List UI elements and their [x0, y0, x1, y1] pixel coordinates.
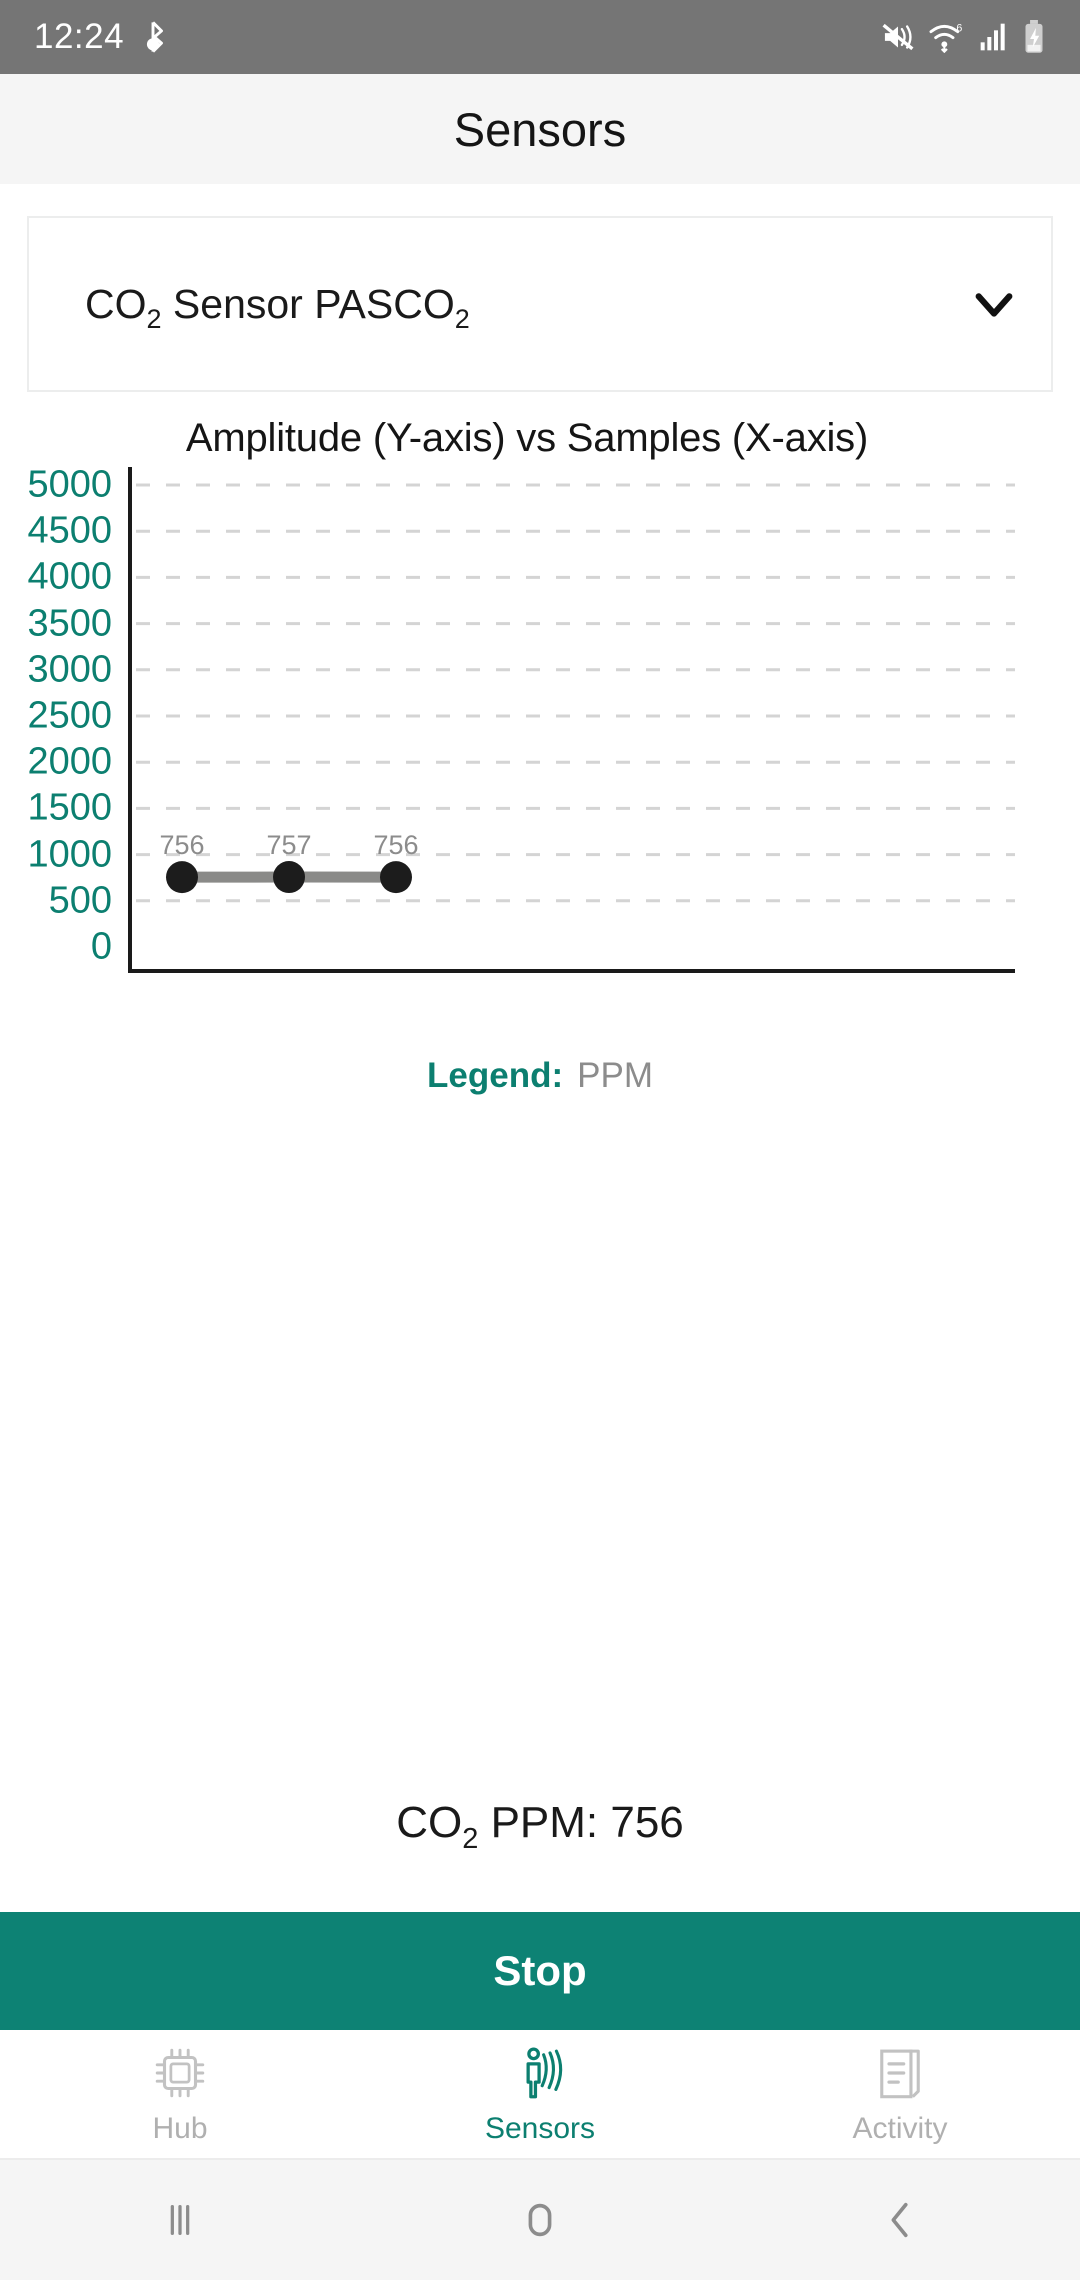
y-axis-tick-label: 1500 [27, 786, 112, 829]
home-icon [528, 2203, 552, 2237]
home-button[interactable] [360, 2197, 720, 2243]
chart-container: Amplitude (Y-axis) vs Samples (X-axis) 5… [0, 392, 1080, 1042]
legend-key-label: Legend: [427, 1056, 564, 1095]
android-navigation-bar [0, 2160, 1080, 2280]
status-bar-left: 12:24 [34, 17, 168, 57]
cellular-signal-icon [980, 23, 1005, 51]
nav-item-activity[interactable]: Activity [720, 2042, 1080, 2146]
data-point-label: 757 [266, 830, 312, 861]
flex-spacer [0, 1096, 1080, 1798]
y-axis-tick-label: 0 [90, 925, 112, 968]
bluetooth-audio-icon [147, 21, 164, 53]
data-point-label: 756 [159, 830, 205, 861]
y-axis-tick-label: 3500 [27, 602, 112, 645]
recents-button[interactable] [0, 2197, 360, 2243]
y-axis-tick-label: 2000 [27, 740, 112, 783]
y-axis-tick-label: 4000 [27, 555, 112, 598]
y-axis-tick-label: 2500 [27, 694, 112, 737]
readout-subscript: 2 [462, 1823, 479, 1855]
sensor-label-part2: Sensor PASCO [161, 280, 455, 327]
chart-title: Amplitude (Y-axis) vs Samples (X-axis) [185, 416, 869, 460]
readout-bottom-spacer [0, 1848, 1080, 1912]
document-list-icon [880, 2049, 920, 2099]
status-bar-clock: 12:24 [34, 17, 125, 56]
legend-series-name: PPM [577, 1056, 653, 1095]
sensor-label-sub2: 2 [454, 303, 470, 334]
status-bar: 12:24 6 [0, 0, 1080, 74]
sensor-select-wrapper: CO2 Sensor PASCO2 [0, 184, 1080, 392]
chevron-down-icon[interactable] [971, 281, 1017, 327]
y-axis-tick-label: 500 [48, 879, 112, 922]
svg-text:6: 6 [956, 23, 962, 35]
chart-legend: Legend: PPM [0, 1042, 1080, 1096]
sensor-select-dropdown[interactable]: CO2 Sensor PASCO2 [27, 216, 1053, 392]
motion-sensor-icon [526, 2047, 563, 2099]
y-axis-tick-label: 3000 [27, 648, 112, 691]
nav-label-hub: Hub [152, 2112, 208, 2145]
sensor-label-sub1: 2 [146, 303, 162, 334]
ppm-readout: CO2 PPM: 756 [0, 1798, 1080, 1855]
app-header: Sensors [0, 74, 1080, 184]
chart-data-point [166, 861, 198, 894]
bottom-navigation: Hub Sensors Activity [0, 2030, 1080, 2160]
back-button[interactable] [720, 2197, 1080, 2243]
mute-icon [882, 23, 914, 51]
nav-label-activity: Activity [852, 2112, 948, 2145]
recents-icon [170, 2204, 190, 2236]
nav-item-hub[interactable]: Hub [0, 2042, 360, 2146]
chart-svg [128, 467, 1015, 973]
nav-item-sensors[interactable]: Sensors [360, 2042, 720, 2146]
nav-label-sensors: Sensors [484, 2112, 596, 2145]
chart-data-point [380, 861, 412, 894]
wifi6-icon: 6 [929, 23, 962, 53]
back-icon [891, 2202, 908, 2238]
y-axis-tick-label: 5000 [27, 463, 112, 506]
chip-icon [155, 2048, 205, 2098]
sensor-label-part1: CO [85, 280, 147, 327]
page-title: Sensors [453, 102, 627, 156]
chart-plot-area: 5000 4500 4000 3500 3000 2500 2000 1500 1000 500 0… [0, 463, 1080, 1027]
status-bar-right: 6 [881, 20, 1046, 54]
readout-value: PPM: 756 [478, 1798, 684, 1847]
sensor-select-label: CO2 Sensor PASCO2 [85, 280, 470, 334]
stop-button-label: Stop [493, 1947, 587, 1994]
stop-button[interactable]: Stop [0, 1912, 1080, 2030]
phone-screen: 12:24 6 Sensors CO2 Sensor PASCO2 Amplit… [0, 0, 1080, 2280]
y-axis-tick-label: 4500 [27, 509, 112, 552]
battery-charging-icon [1025, 20, 1043, 53]
readout-prefix: CO [396, 1798, 463, 1847]
y-axis-tick-label: 1000 [27, 833, 112, 876]
data-point-label: 756 [373, 830, 419, 861]
y-axis-tick-labels: 5000 4500 4000 3500 3000 2500 2000 1500 1000 500 0 [0, 463, 112, 1027]
chart-data-point [273, 861, 305, 894]
